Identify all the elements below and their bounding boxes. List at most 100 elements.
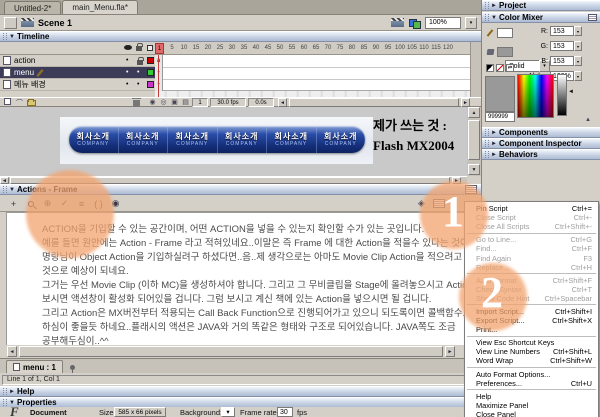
show-hide-layers-icon[interactable] — [124, 45, 132, 50]
panel-gripper[interactable] — [3, 186, 7, 193]
panel-options-menu-icon[interactable] — [588, 14, 597, 21]
expand-arrow-icon[interactable]: ► — [491, 3, 499, 9]
panel-gripper[interactable] — [3, 399, 7, 406]
edit-multiple-frames-icon[interactable]: ▤ — [180, 98, 191, 107]
scroll-up-icon[interactable]: ▲ — [468, 107, 480, 118]
behaviors-panel-header[interactable]: ► Behaviors — [482, 149, 600, 160]
document-tab-main-menu[interactable]: main_Menu.fla* — [62, 0, 138, 14]
fill-color-swatch[interactable] — [497, 47, 513, 57]
onion-skin-icon[interactable]: ◎ — [158, 98, 169, 107]
document-size-button[interactable]: 585 x 66 pixels — [114, 407, 166, 417]
menu-item[interactable]: Word Wrap Ctrl+Shift+W — [465, 356, 598, 365]
expand-arrow-icon[interactable]: ► — [491, 152, 499, 158]
layer-outline-color[interactable] — [147, 69, 154, 76]
hex-color-field[interactable]: 999999 — [485, 112, 515, 122]
menu-item[interactable]: Go to Line... Ctrl+G — [465, 235, 598, 244]
r-value-field[interactable]: 153 — [550, 26, 574, 36]
panel-gripper[interactable] — [485, 140, 489, 147]
scroll-right-icon[interactable]: ► — [445, 346, 455, 357]
menu-item[interactable]: View Line Numbers Ctrl+Shift+L — [465, 347, 598, 356]
document-tab-untitled[interactable]: Untitled-2* — [4, 1, 61, 14]
brightness-bar[interactable] — [557, 74, 567, 116]
scrollbar-thumb[interactable] — [468, 120, 480, 160]
lock-layers-icon[interactable] — [136, 46, 142, 51]
swap-colors-icon[interactable]: ⇄ — [506, 64, 514, 72]
expand-arrow-icon[interactable]: ► — [491, 141, 499, 147]
collapse-arrow-icon[interactable]: ▼ — [9, 187, 17, 193]
layer-visible-dot[interactable]: • — [126, 58, 128, 63]
collapse-arrow-icon[interactable]: ▼ — [491, 15, 499, 21]
keyframe-cell-menu[interactable]: • — [155, 67, 163, 79]
b-value-field[interactable]: 153 — [550, 56, 574, 66]
r-stepper[interactable]: ▾ — [574, 26, 582, 36]
edit-symbol-icon[interactable] — [408, 18, 421, 28]
panel-gripper[interactable] — [3, 388, 7, 395]
layer-locked-icon[interactable] — [137, 57, 143, 65]
stage-vertical-scrollbar[interactable]: ▲ ▼ — [467, 107, 481, 176]
project-panel-header[interactable]: ► Project — [482, 0, 600, 11]
back-button[interactable] — [4, 17, 17, 29]
layer-outline-color[interactable] — [147, 57, 154, 64]
insert-layer-icon[interactable] — [2, 98, 13, 107]
menu-item[interactable]: Maximize Panel — [465, 401, 598, 410]
component-inspector-panel-header[interactable]: ► Component Inspector — [482, 138, 600, 149]
panel-gripper[interactable] — [3, 33, 7, 40]
menu-item[interactable]: Preferences... Ctrl+U — [465, 379, 598, 388]
menu-item[interactable]: Find... Ctrl+F — [465, 244, 598, 253]
default-colors-icon[interactable] — [486, 64, 494, 72]
collapse-mixer-icon[interactable]: ▲ — [585, 117, 591, 123]
nav-button[interactable]: 회사소개 COMPANY — [119, 126, 169, 153]
panel-gripper[interactable] — [485, 151, 489, 158]
help-panel-header[interactable]: ► Help — [0, 386, 481, 397]
timeline-scrollbar-thumb[interactable] — [289, 98, 459, 107]
keyframe-cell-action[interactable]: a — [155, 55, 163, 67]
stage[interactable]: 회사소개 COMPANY 회사소개 COMPANY 회사소개 COMPANY 회… — [0, 107, 467, 176]
layer-lock-dot[interactable]: • — [137, 70, 139, 75]
menu-item[interactable]: View Esc Shortcut Keys — [465, 338, 598, 347]
color-mixer-panel-header[interactable]: ▼ Color Mixer — [482, 12, 600, 23]
menu-item[interactable]: Close Panel — [465, 410, 598, 417]
frame-rate-input[interactable] — [277, 407, 293, 417]
stroke-color-swatch[interactable] — [497, 28, 513, 38]
stroke-color-pencil-icon[interactable] — [487, 29, 494, 36]
layer-visible-dot[interactable]: • — [126, 70, 128, 75]
nav-button[interactable]: 회사소개 COMPANY — [317, 126, 366, 153]
elapsed-time-field[interactable]: 0.0s — [248, 98, 274, 107]
scroll-left-icon[interactable]: ◄ — [0, 177, 9, 184]
timeline-panel-header[interactable]: ▼ Timeline — [0, 31, 481, 42]
nav-button[interactable]: 회사소개 COMPANY — [69, 126, 119, 153]
script-horizontal-scrollbar[interactable]: ◄ ► — [6, 345, 467, 358]
add-statement-icon[interactable]: + — [7, 198, 20, 210]
color-picker-area[interactable] — [517, 74, 554, 118]
panel-gripper[interactable] — [485, 129, 489, 136]
delete-layer-icon[interactable] — [131, 98, 142, 107]
no-color-icon[interactable] — [496, 64, 504, 72]
scroll-down-icon[interactable]: ▼ — [468, 164, 480, 175]
timeline-scroll-left-icon[interactable]: ◄ — [278, 98, 287, 107]
frame-grid[interactable] — [155, 55, 470, 91]
zoom-level-input[interactable]: 100% — [425, 17, 461, 29]
layer-row-menu[interactable]: menu • • — [0, 67, 155, 79]
insert-layer-folder-icon[interactable] — [26, 98, 37, 107]
layer-outline-color[interactable] — [147, 81, 154, 88]
alpha-stepper[interactable]: ▾ — [574, 71, 582, 81]
zoom-dropdown-button[interactable]: ▾ — [465, 17, 477, 29]
add-motion-guide-icon[interactable]: ⌒ — [14, 98, 25, 107]
b-stepper[interactable]: ▾ — [574, 56, 582, 66]
scrollbar-thumb[interactable] — [19, 346, 443, 357]
edit-scene-icon[interactable] — [391, 18, 404, 27]
onion-skin-outlines-icon[interactable]: ▣ — [169, 98, 180, 107]
frame-rate-field[interactable]: 30.0 fps — [210, 98, 246, 107]
background-color-swatch[interactable]: ▾ — [221, 407, 235, 417]
layer-row-bg[interactable]: 메뉴 배경 • • — [0, 79, 155, 91]
panel-gripper[interactable] — [485, 2, 489, 9]
menu-item[interactable]: Auto Format Options... — [465, 370, 598, 379]
playhead[interactable]: 1 — [155, 43, 164, 54]
nav-button[interactable]: 회사소개 COMPANY — [168, 126, 218, 153]
current-frame-field[interactable]: 1 — [192, 98, 208, 107]
fill-color-bucket-icon[interactable] — [487, 49, 495, 55]
layer-visible-dot[interactable]: • — [126, 82, 128, 87]
scroll-left-icon[interactable]: ◄ — [7, 346, 17, 357]
expand-arrow-icon[interactable]: ► — [9, 389, 17, 395]
expand-arrow-icon[interactable]: ► — [491, 130, 499, 136]
